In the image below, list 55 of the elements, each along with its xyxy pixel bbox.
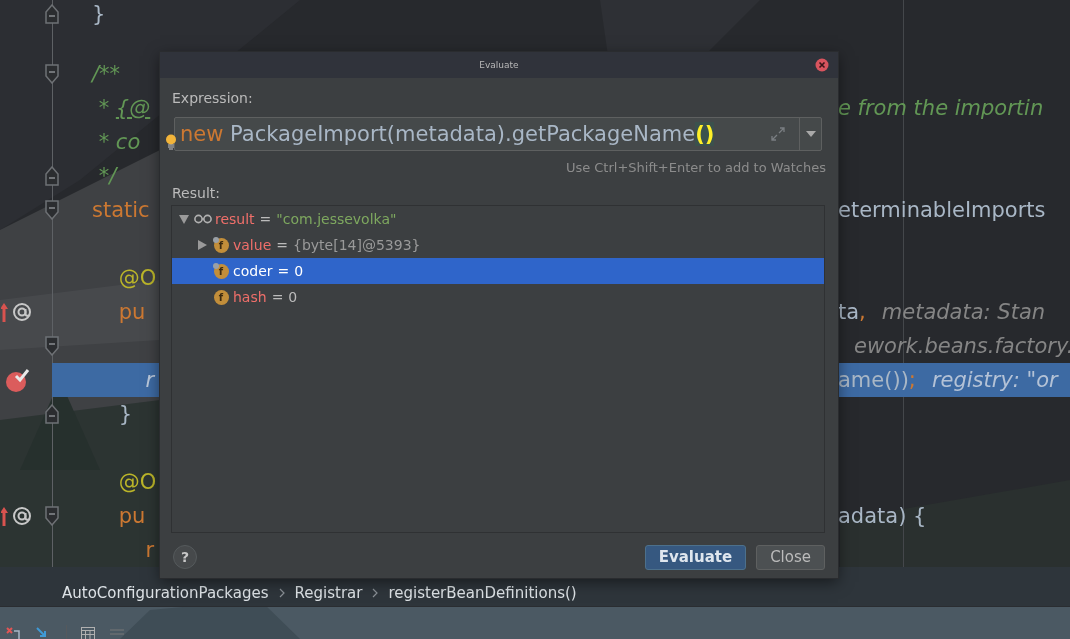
variable-entry: result = "com.jessevolka" [215, 211, 397, 227]
code-text: ta, [838, 299, 866, 326]
code-text: /** [92, 61, 121, 88]
evaluate-button[interactable]: Evaluate [644, 544, 747, 570]
expression-field[interactable]: new PackageImport(metadata).getPackageName() [174, 117, 822, 151]
code-text: @O [117, 469, 157, 496]
expand-arrow-icon[interactable] [197, 240, 207, 250]
window-title: Evaluate [479, 60, 519, 70]
code-text: @O [117, 265, 157, 292]
inline-hint: metadata: Stan [881, 299, 1046, 326]
code-text: ame()); [838, 367, 916, 394]
breadcrumb[interactable]: registerBeanDefinitions() [388, 584, 577, 602]
breakpoint-icon[interactable] [5, 367, 31, 393]
variable-entry: coder = 0 [233, 263, 304, 279]
glasses-icon [194, 214, 212, 224]
breadcrumb[interactable]: Registrar [294, 584, 363, 602]
close-icon[interactable] [815, 58, 829, 72]
lightbulb-icon[interactable] [165, 134, 177, 150]
tree-row[interactable]: f coder = 0 [172, 258, 824, 284]
code-text: */ [97, 163, 117, 190]
code-text: } [117, 401, 133, 428]
field-label: Expression: [172, 89, 253, 108]
variable-entry: value = {byte[14]@5393} [233, 237, 421, 253]
field-badge: f [213, 263, 229, 279]
hint-text: Use Ctrl+Shift+Enter to add to Watches [565, 159, 826, 177]
code-text: r [144, 537, 155, 564]
tree-row[interactable]: f hash = 0 [172, 284, 824, 310]
code-text: } [92, 1, 106, 28]
breadcrumb[interactable]: AutoConfigurationPackages [62, 584, 269, 602]
help-button[interactable]: ? [173, 545, 197, 569]
tree-row[interactable]: f value = {byte[14]@5393} [172, 232, 824, 258]
code-text: r [144, 367, 155, 394]
code-text: pu [117, 503, 146, 530]
code-text: adata) { [838, 503, 927, 530]
caret-icon [805, 131, 816, 137]
code-text: * co [97, 129, 141, 156]
field-badge: f [213, 237, 229, 253]
expand-icon[interactable] [771, 127, 785, 141]
field-label: Result: [172, 184, 220, 202]
code-text: * {@ [97, 95, 151, 122]
collapse-arrow-icon[interactable] [179, 214, 189, 224]
cross-arrow-icon[interactable] [6, 627, 22, 639]
variable-entry: hash = 0 [233, 289, 298, 305]
calculator-icon[interactable] [81, 627, 95, 639]
code-text: eterminableImports [838, 197, 1046, 224]
separator-icon [278, 588, 285, 598]
code-text: e from the importin [838, 95, 1044, 122]
field-badge: f [213, 289, 229, 305]
inline-hint: ework.beans.factory. [854, 333, 1070, 360]
separator-icon [372, 588, 379, 598]
code-text: static [92, 197, 150, 224]
inline-hint: registry: "or [931, 367, 1058, 394]
code-text: pu [117, 299, 146, 326]
tree-row[interactable]: result = "com.jessevolka" [172, 206, 824, 232]
close-button[interactable]: Close [756, 544, 825, 570]
